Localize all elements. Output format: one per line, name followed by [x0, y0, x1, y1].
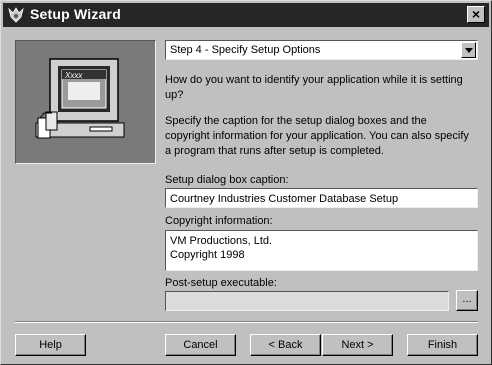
step-dropdown-value: Step 4 - Specify Setup Options: [170, 44, 321, 56]
cancel-button[interactable]: Cancel: [165, 334, 236, 356]
next-button[interactable]: Next >: [322, 334, 393, 356]
step-dropdown[interactable]: Step 4 - Specify Setup Options: [165, 40, 478, 60]
help-button[interactable]: Help: [15, 334, 86, 356]
post-setup-input[interactable]: [165, 291, 449, 311]
title-bar[interactable]: Setup Wizard ×: [3, 3, 489, 27]
copyright-label: Copyright information:: [165, 215, 273, 227]
caption-label: Setup dialog box caption:: [165, 174, 289, 186]
post-setup-label: Post-setup executable:: [165, 277, 277, 289]
setup-wizard-window: Setup Wizard × Xxxx Step 4 - Specify Set…: [0, 0, 492, 365]
instruction-text: Specify the caption for the setup dialog…: [165, 115, 469, 157]
close-button[interactable]: ×: [467, 6, 485, 23]
screen-caption: Xxxx: [64, 71, 83, 80]
finish-button[interactable]: Finish: [407, 334, 478, 356]
chevron-down-icon[interactable]: [461, 42, 476, 58]
window-title: Setup Wizard: [30, 6, 121, 22]
computer-setup-icon: Xxxx: [35, 58, 125, 139]
back-button[interactable]: < Back: [250, 334, 321, 356]
footer-divider: [15, 321, 478, 323]
copyright-textarea[interactable]: VM Productions, Ltd. Copyright 1998: [165, 230, 478, 271]
caption-input[interactable]: Courtney Industries Customer Database Se…: [165, 188, 478, 208]
wizard-app-icon: [8, 7, 24, 23]
question-text: How do you want to identify your applica…: [165, 74, 463, 101]
browse-button[interactable]: ...: [456, 290, 478, 311]
wizard-illustration: Xxxx: [15, 40, 156, 164]
